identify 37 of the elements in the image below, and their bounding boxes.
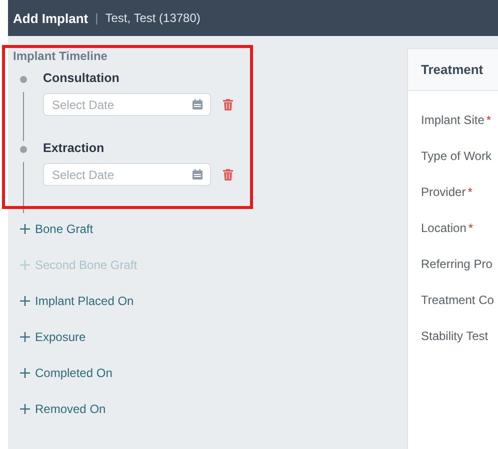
field-label: Location [421,221,466,235]
page-title: Add Implant [13,10,88,26]
plus-icon [20,224,30,234]
add-event-link[interactable]: Exposure [35,330,86,344]
timeline-dot [20,146,27,153]
plus-icon [20,368,30,378]
plus-icon [20,296,30,306]
add-event-link[interactable]: Completed On [35,366,112,380]
plus-icon [20,332,30,342]
field-label: Type of Work [421,149,492,163]
date-field[interactable]: Select Date [43,93,211,116]
field-label: Implant Site [421,113,484,127]
date-field[interactable]: Select Date [43,163,211,186]
trash-icon[interactable] [223,98,233,110]
timeline-dot [20,76,27,83]
event-label: Consultation [43,71,120,87]
field-label: Treatment Co [421,293,494,307]
add-event-link[interactable]: Implant Placed On [35,294,134,308]
plus-icon [20,404,30,414]
required-mark: * [468,185,472,199]
trash-icon[interactable] [223,168,233,180]
event-label: Extraction [43,141,106,157]
field-label: Stability Test [421,329,488,343]
panel-title: Treatment [421,62,484,77]
calendar-icon[interactable] [192,169,203,180]
calendar-icon[interactable] [192,99,203,110]
separator: | [95,11,98,25]
required-mark: * [486,113,492,127]
patient-name: Test, Test (13780) [105,11,200,25]
plus-icon [20,260,30,270]
required-mark: * [468,221,474,235]
field-label: Provider [421,185,466,199]
add-event-link[interactable]: Bone Graft [35,222,94,236]
field-label: Referring Pro [421,257,492,271]
timeline-title: Implant Timeline [13,49,108,63]
timeline-line [23,92,24,141]
add-event-link[interactable]: Removed On [35,402,106,416]
